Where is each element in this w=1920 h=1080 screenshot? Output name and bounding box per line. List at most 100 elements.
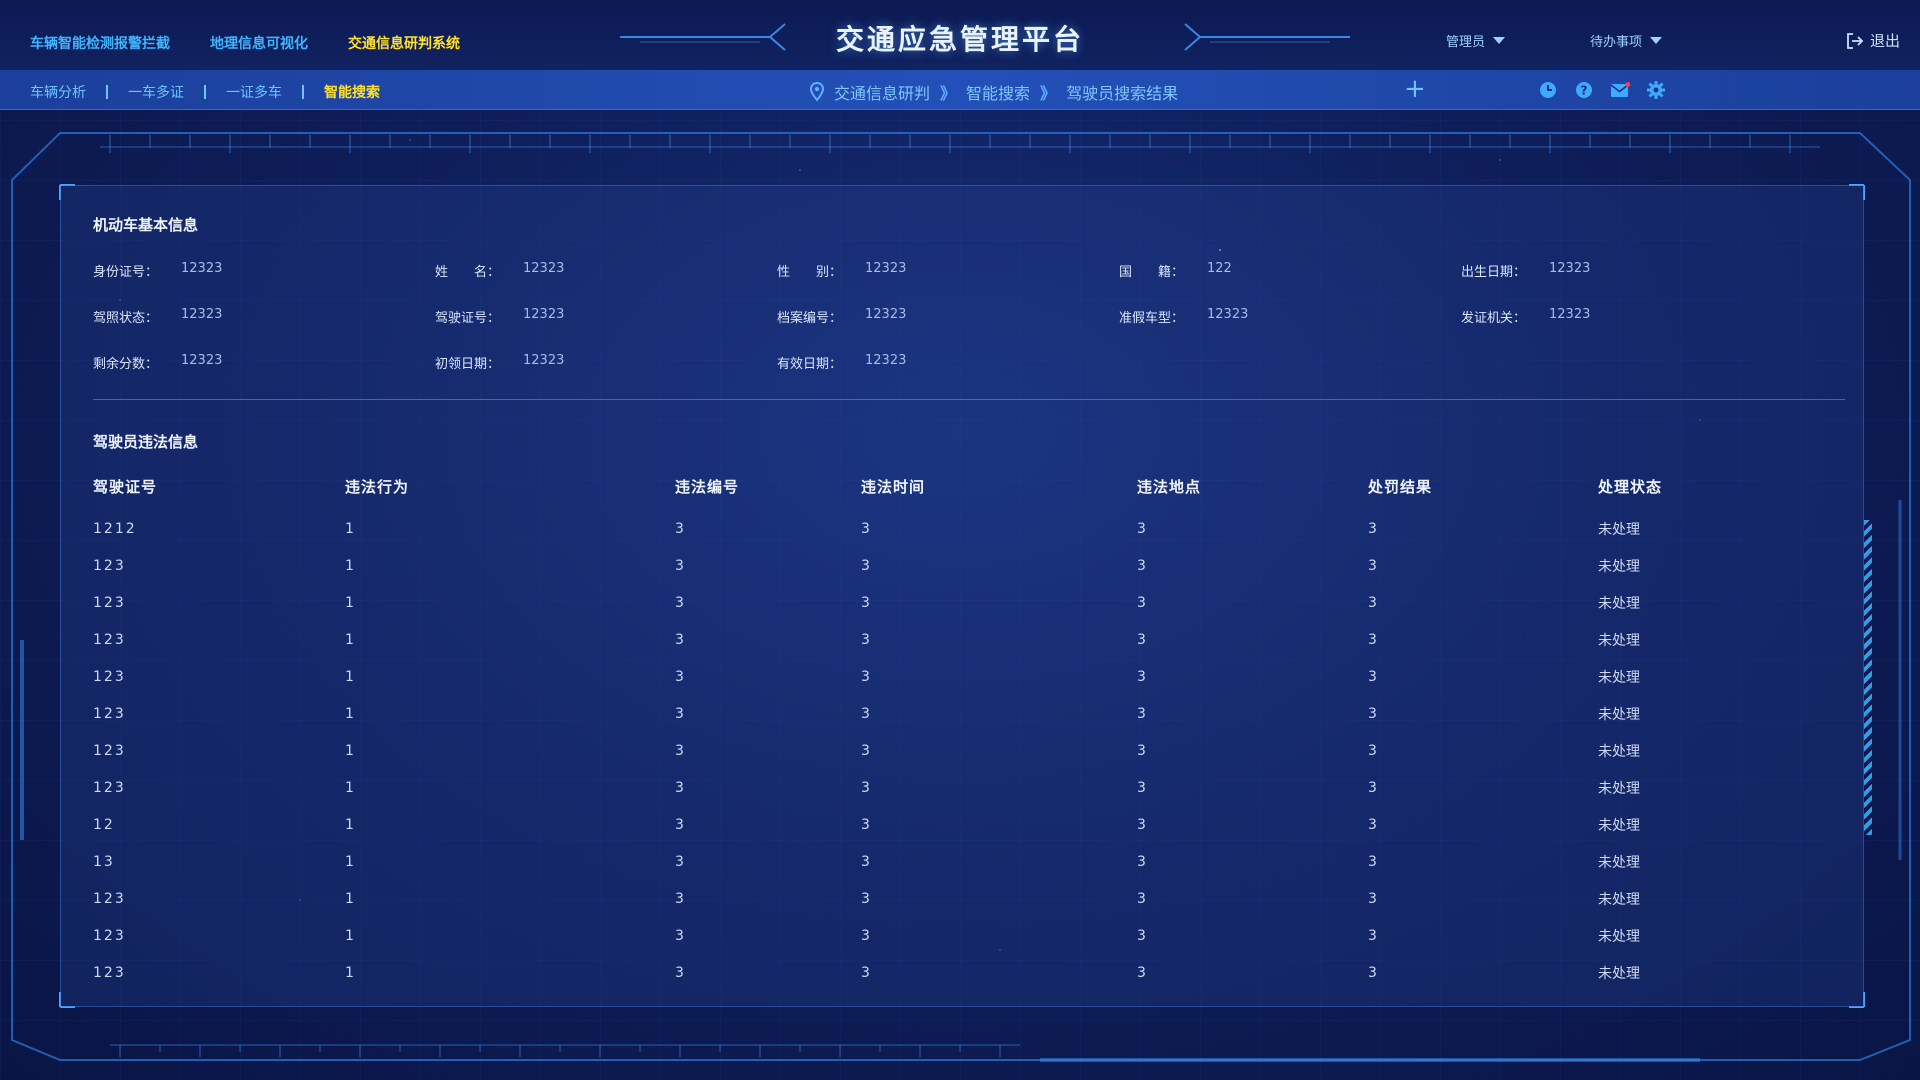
todo-menu-label: 待办事项: [1590, 35, 1643, 50]
tab-vehicle-analysis[interactable]: 车辆分析: [30, 82, 86, 102]
table-cell: 3: [1137, 742, 1146, 759]
admin-menu-label: 管理员: [1446, 35, 1486, 50]
table-cell: 3: [1368, 853, 1377, 870]
logout-button[interactable]: 退出: [1846, 30, 1900, 51]
table-cell: 3: [1368, 742, 1377, 759]
top-nav-vehicle-detection[interactable]: 车辆智能检测报警拦截: [30, 33, 170, 53]
info-row: 驾照状态： 12323 驾驶证号： 12323 档案编号： 12323 准假车型： 12…: [93, 307, 1833, 353]
info-label: 国 籍：: [1119, 265, 1185, 280]
breadcrumb-traffic-analysis[interactable]: 交通信息研判: [834, 80, 930, 104]
tab-one-car-multi-license[interactable]: 一车多证: [128, 82, 184, 102]
table-cell: 3: [861, 742, 870, 759]
info-label: 有效日期：: [777, 357, 843, 372]
table-cell: 3: [861, 631, 870, 648]
table-cell: 未处理: [1598, 928, 1640, 945]
sub-nav: 车辆分析 一车多证 一证多车 智能搜索: [30, 82, 380, 102]
table-cell: 3: [675, 890, 684, 907]
violations-table: 驾驶证号 违法行为 违法编号 违法时间 违法地点 处罚结果 处理状态 1212 1…: [93, 476, 1833, 991]
info-label: 档案编号：: [777, 311, 843, 326]
info-row: 身份证号： 12323 姓 名： 12323 性 别： 12323 国 籍： 122 出…: [93, 261, 1833, 307]
sub-navigation-bar: 车辆分析 一车多证 一证多车 智能搜索 交通信息研判 》 智能搜索 》 驾驶员搜…: [0, 70, 1920, 110]
table-cell: 3: [1137, 557, 1146, 574]
tab-smart-search[interactable]: 智能搜索: [324, 82, 380, 102]
info-label: 性 别：: [777, 265, 843, 280]
table-row[interactable]: 123 1 3 3 3 3 未处理: [93, 621, 1833, 658]
table-cell: 3: [675, 853, 684, 870]
column-header: 违法地点: [1137, 478, 1202, 496]
table-row[interactable]: 123 1 3 3 3 3 未处理: [93, 954, 1833, 991]
info-value: 122: [1207, 261, 1232, 276]
admin-menu[interactable]: 管理员: [1446, 31, 1506, 50]
breadcrumb-separator: 》: [1040, 84, 1057, 103]
breadcrumb-driver-results: 驾驶员搜索结果: [1066, 84, 1179, 103]
table-cell: 未处理: [1598, 669, 1640, 686]
clock-icon[interactable]: [1538, 81, 1558, 99]
breadcrumb-smart-search[interactable]: 智能搜索: [966, 80, 1030, 104]
table-cell: 3: [861, 668, 870, 685]
table-cell: 3: [1137, 964, 1146, 981]
violations-title: 驾驶员违法信息: [93, 433, 199, 451]
table-cell: 3: [1368, 705, 1377, 722]
help-icon[interactable]: ?: [1574, 81, 1594, 99]
table-row[interactable]: 123 1 3 3 3 3 未处理: [93, 658, 1833, 695]
table-cell: 1: [345, 853, 354, 870]
table-row[interactable]: 123 1 3 3 3 3 未处理: [93, 547, 1833, 584]
info-license-number: 驾驶证号： 12323: [435, 307, 777, 353]
table-cell: 3: [675, 705, 684, 722]
breadcrumb-separator: 》: [940, 84, 957, 103]
table-row[interactable]: 123 1 3 3 3 3 未处理: [93, 917, 1833, 954]
table-row[interactable]: 123 1 3 3 3 3 未处理: [93, 769, 1833, 806]
table-cell: 3: [1137, 853, 1146, 870]
mail-icon[interactable]: [1610, 81, 1630, 99]
table-cell: 123: [93, 594, 126, 611]
info-value: 12323: [865, 353, 907, 368]
table-cell: 3: [1368, 668, 1377, 685]
todo-menu[interactable]: 待办事项: [1590, 31, 1663, 50]
table-cell: 3: [1368, 927, 1377, 944]
column-header: 驾驶证号: [93, 478, 158, 496]
breadcrumb: 交通信息研判 》 智能搜索 》 驾驶员搜索结果: [810, 80, 1178, 104]
info-value: 12323: [523, 353, 565, 368]
table-cell: 3: [861, 890, 870, 907]
tab-one-license-multi-car[interactable]: 一证多车: [226, 82, 282, 102]
table-cell: 3: [861, 816, 870, 833]
table-cell: 3: [1137, 927, 1146, 944]
table-cell: 未处理: [1598, 632, 1640, 649]
basic-info-grid: 身份证号： 12323 姓 名： 12323 性 别： 12323 国 籍： 122 出…: [93, 261, 1833, 399]
info-vehicle-class: 准假车型： 12323: [1119, 307, 1461, 353]
settings-icon[interactable]: [1646, 81, 1666, 99]
table-cell: 未处理: [1598, 854, 1640, 871]
table-row[interactable]: 13 1 3 3 3 3 未处理: [93, 843, 1833, 880]
table-row[interactable]: 1212 1 3 3 3 3 未处理: [93, 510, 1833, 547]
table-row[interactable]: 123 1 3 3 3 3 未处理: [93, 584, 1833, 621]
table-cell: 123: [93, 557, 126, 574]
info-label: 驾驶证号：: [435, 311, 501, 326]
table-cell: 3: [1137, 520, 1146, 537]
table-row[interactable]: 123 1 3 3 3 3 未处理: [93, 732, 1833, 769]
info-birth-date: 出生日期： 12323: [1461, 261, 1803, 307]
table-cell: 123: [93, 927, 126, 944]
table-row[interactable]: 12 1 3 3 3 3 未处理: [93, 806, 1833, 843]
info-value: 12323: [181, 261, 223, 276]
top-nav-traffic-analysis[interactable]: 交通信息研判系统: [348, 33, 460, 53]
table-cell: 123: [93, 705, 126, 722]
info-name: 姓 名： 12323: [435, 261, 777, 307]
table-cell: 未处理: [1598, 706, 1640, 723]
table-cell: 3: [1368, 520, 1377, 537]
title-left-decoration-icon: [620, 23, 786, 51]
info-gender: 性 别： 12323: [777, 261, 1119, 307]
top-nav-geo-visualization[interactable]: 地理信息可视化: [210, 33, 308, 53]
info-valid-date: 有效日期： 12323: [777, 353, 1119, 399]
table-cell: 3: [675, 964, 684, 981]
table-row[interactable]: 123 1 3 3 3 3 未处理: [93, 880, 1833, 917]
main-panel: 机动车基本信息 身份证号： 12323 姓 名： 12323 性 别： 12323 国…: [60, 185, 1864, 1007]
info-value: 12323: [523, 261, 565, 276]
table-cell: 3: [861, 594, 870, 611]
info-value: 12323: [181, 307, 223, 322]
info-value: 12323: [865, 261, 907, 276]
info-license-status: 驾照状态： 12323: [93, 307, 435, 353]
table-cell: 3: [675, 816, 684, 833]
table-cell: 1212: [93, 520, 137, 537]
table-row[interactable]: 123 1 3 3 3 3 未处理: [93, 695, 1833, 732]
add-button[interactable]: +: [1404, 76, 1426, 102]
